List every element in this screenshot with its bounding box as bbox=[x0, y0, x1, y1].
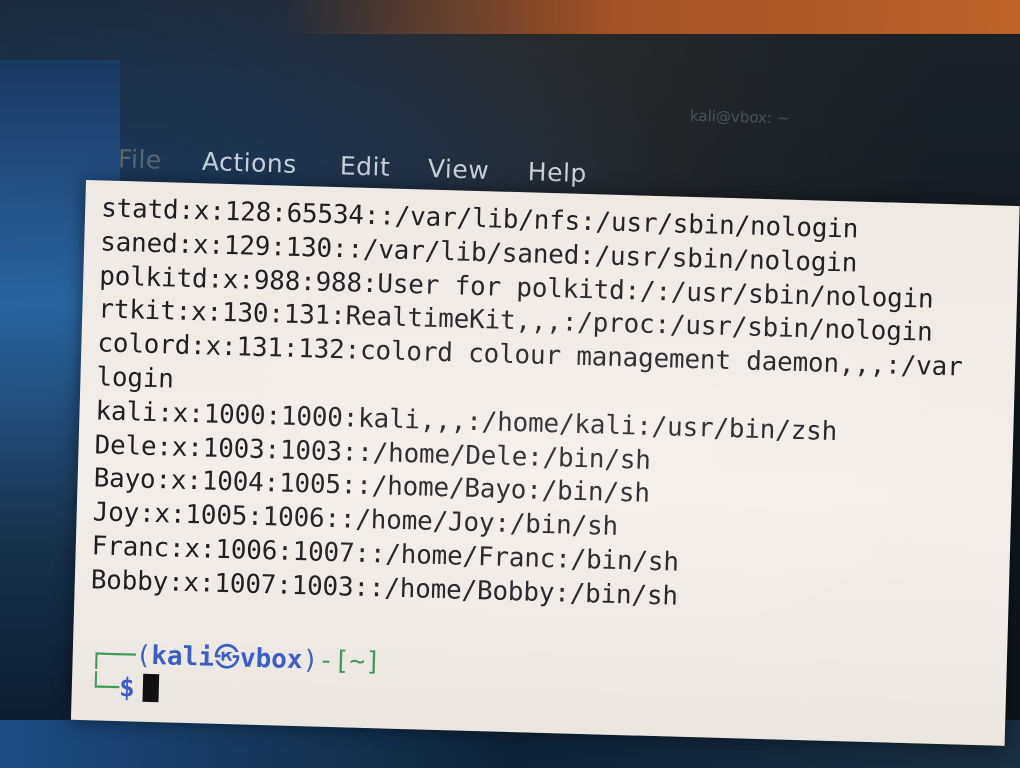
prompt-at-icon: ㉿ bbox=[213, 642, 241, 674]
terminal-lines: statd:x:128:65534::/var/lib/nfs:/usr/sbi… bbox=[90, 192, 1019, 623]
terminal-output-area[interactable]: statd:x:128:65534::/var/lib/nfs:/usr/sbi… bbox=[70, 180, 1020, 746]
menu-help[interactable]: Help bbox=[527, 157, 587, 188]
background-orange-strip bbox=[280, 0, 1020, 34]
menu-view[interactable]: View bbox=[427, 154, 489, 185]
window-title: kali@vbox: ~ bbox=[689, 106, 790, 128]
menu-edit[interactable]: Edit bbox=[339, 151, 390, 182]
prompt-corner-top: ┌── bbox=[88, 639, 137, 671]
prompt-host: vbox bbox=[239, 643, 303, 676]
prompt-user: kali bbox=[150, 641, 215, 673]
text-cursor[interactable] bbox=[142, 673, 160, 703]
menu-file[interactable]: File bbox=[118, 144, 163, 174]
prompt-corner-bottom: └─ bbox=[87, 672, 120, 704]
shell-prompt: ┌──(kali㉿vbox)-[~] └─$ bbox=[87, 639, 382, 704]
menu-actions[interactable]: Actions bbox=[202, 147, 298, 179]
prompt-symbol: $ bbox=[118, 673, 136, 704]
prompt-cwd: ~ bbox=[349, 646, 366, 677]
